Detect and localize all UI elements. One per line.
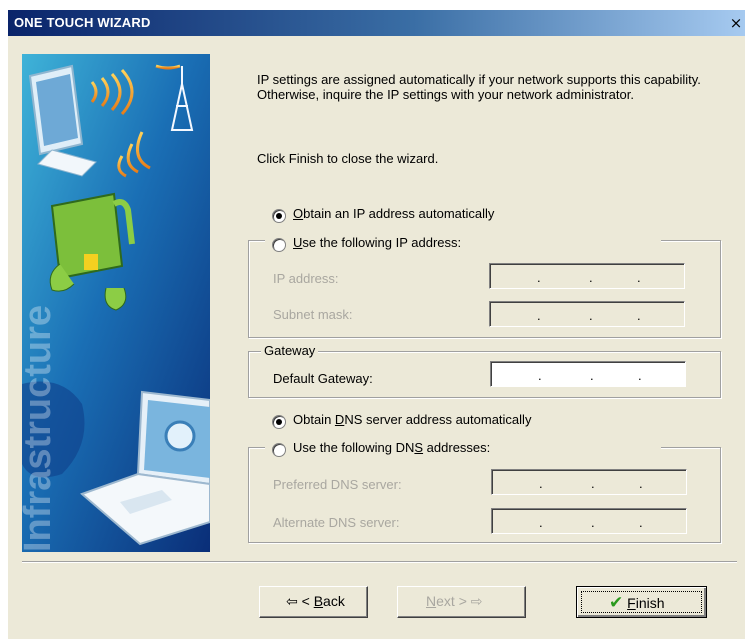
next-button[interactable]: Next > ⇨ <box>397 586 526 618</box>
back-arrow-icon: ⇦ <box>286 594 298 610</box>
preferred-dns-label: Preferred DNS server: <box>273 477 402 492</box>
vertical-infrastructure-text: Infrastructure <box>22 305 59 552</box>
subnet-mask-input[interactable]: ... <box>489 301 685 327</box>
infrastructure-illustration: Infrastructure <box>22 54 210 552</box>
ip-address-label: IP address: <box>273 271 339 286</box>
alternate-dns-input[interactable]: ... <box>491 508 687 534</box>
preferred-dns-input[interactable]: ... <box>491 469 687 495</box>
use-following-dns-label[interactable]: Use the following DNS addresses: <box>293 440 490 455</box>
alternate-dns-label: Alternate DNS server: <box>273 515 400 530</box>
obtain-dns-auto-label[interactable]: Obtain DNS server address automatically <box>293 412 531 427</box>
use-following-ip-radio[interactable] <box>272 238 286 252</box>
use-following-ip-label[interactable]: Use the following IP address: <box>293 235 461 250</box>
finish-hint: Click Finish to close the wizard. <box>257 151 439 166</box>
next-arrow-icon: ⇨ <box>470 594 483 610</box>
window-title: ONE TOUCH WIZARD <box>14 15 151 30</box>
checkmark-icon: ✔ <box>609 593 624 613</box>
finish-button[interactable]: ✔ Finish <box>576 586 707 618</box>
use-following-dns-radio[interactable] <box>272 443 286 457</box>
obtain-ip-auto-radio[interactable] <box>272 209 286 223</box>
obtain-dns-auto-radio[interactable] <box>272 415 286 429</box>
info-paragraph: IP settings are assigned automatically i… <box>257 72 701 102</box>
close-icon[interactable]: × <box>727 15 745 32</box>
wizard-side-image: Infrastructure <box>22 54 210 552</box>
title-bar[interactable]: ONE TOUCH WIZARD × <box>8 10 745 36</box>
footer-separator <box>22 561 737 563</box>
back-button[interactable]: ⇦ < Back <box>259 586 368 618</box>
default-gateway-label: Default Gateway: <box>273 371 373 386</box>
subnet-mask-label: Subnet mask: <box>273 307 353 322</box>
ip-address-input[interactable]: ... <box>489 263 685 289</box>
wizard-window: ONE TOUCH WIZARD × Infrastructure IP set… <box>8 10 745 639</box>
gateway-group-label: Gateway <box>264 343 316 358</box>
obtain-ip-auto-label[interactable]: Obtain an IP address automatically <box>293 206 494 221</box>
default-gateway-input[interactable]: ... <box>490 361 686 387</box>
